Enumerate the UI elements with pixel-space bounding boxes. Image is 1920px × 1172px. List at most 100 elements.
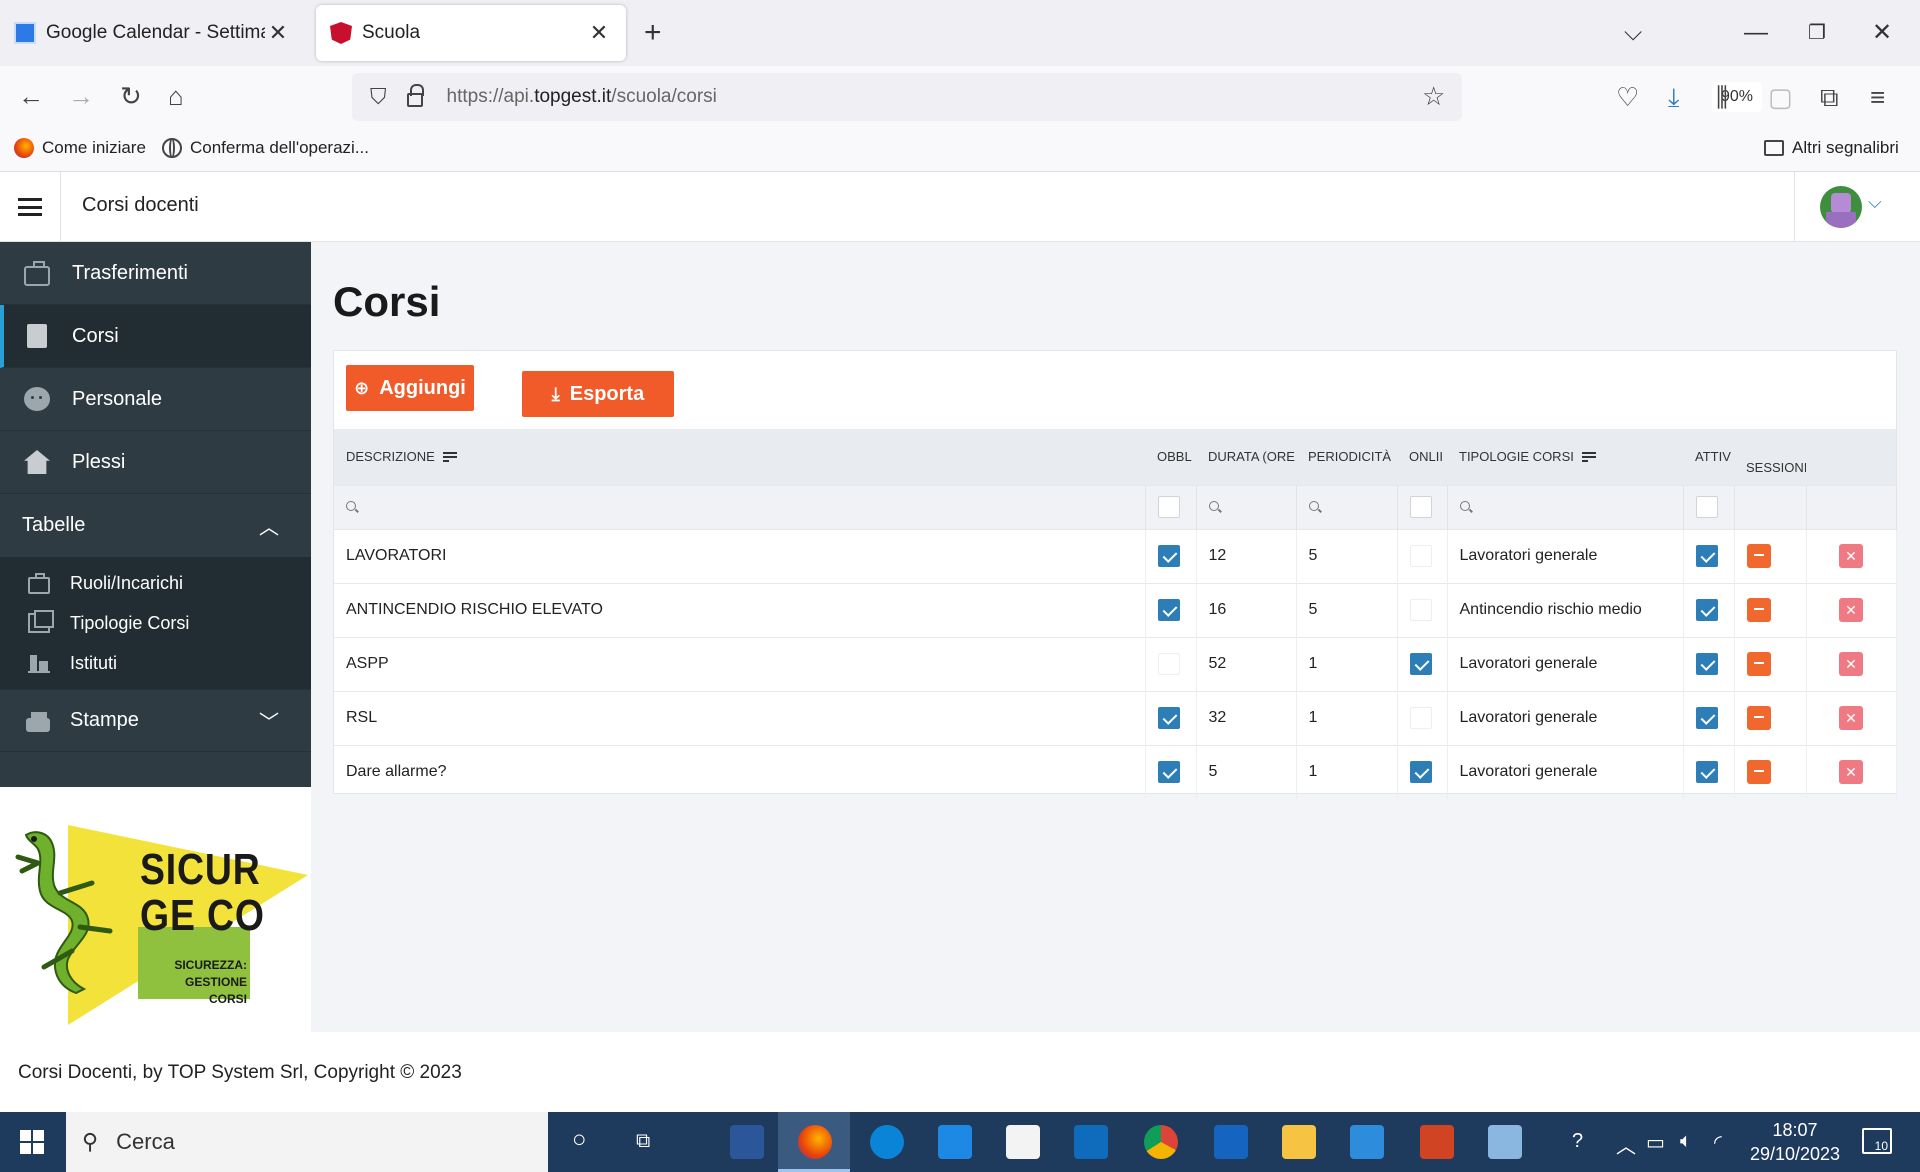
sidebar-item-tipologie-corsi[interactable]: Tipologie Corsi <box>0 603 311 643</box>
table-row[interactable]: ANTINCENDIO RISCHIO ELEVATO 16 5 Antincendi… <box>334 582 1897 637</box>
obbl-checkbox[interactable] <box>1157 653 1180 675</box>
bookmark-conferma[interactable]: Conferma dell'operazi... <box>162 138 369 158</box>
filter-online[interactable] <box>1397 484 1448 529</box>
shield-icon[interactable]: ⛉ <box>370 84 387 110</box>
obbl-checkbox[interactable] <box>1157 599 1180 621</box>
filter-tipologie[interactable] <box>1447 484 1684 529</box>
taskbar-search[interactable]: ⚲ Cerca <box>66 1112 548 1172</box>
url-text[interactable]: https://api.topgest.it/scuola/corsi <box>447 86 1462 108</box>
online-checkbox[interactable] <box>1409 599 1432 621</box>
sessions-button[interactable] <box>1746 760 1771 785</box>
attivo-checkbox[interactable] <box>1695 707 1718 729</box>
sort-icon[interactable] <box>442 452 457 463</box>
chrome-icon[interactable] <box>1144 1125 1178 1159</box>
filter-checkbox[interactable] <box>1409 496 1432 518</box>
volume-icon[interactable]: 🔈︎ <box>1680 1130 1692 1153</box>
attivo-checkbox[interactable] <box>1695 653 1718 675</box>
filter-periodicita[interactable] <box>1296 484 1398 529</box>
column-header-obbl[interactable]: OBBL <box>1145 429 1196 485</box>
avatar[interactable] <box>1820 186 1862 228</box>
filter-checkbox[interactable] <box>1157 496 1180 518</box>
library-icon[interactable]: ⫼ <box>1716 82 1728 112</box>
sidebar-item-corsi[interactable]: Corsi <box>0 305 311 368</box>
sidebar-item-ruoli-incarichi[interactable]: Ruoli/Incarichi <box>0 563 311 603</box>
mail-icon[interactable] <box>938 1125 972 1159</box>
powerpoint-icon[interactable] <box>1420 1125 1454 1159</box>
obbl-checkbox[interactable] <box>1157 545 1180 567</box>
delete-button[interactable]: ✕ <box>1839 544 1863 568</box>
extensions-icon[interactable]: ⧉ <box>1820 82 1839 112</box>
sort-icon[interactable] <box>1581 452 1596 463</box>
table-row[interactable]: RSL 32 1 Lavoratori generale ✕ <box>334 690 1897 745</box>
firefox-icon[interactable] <box>798 1125 832 1159</box>
defender-icon[interactable] <box>1214 1125 1248 1159</box>
hamburger-menu-icon[interactable] <box>18 198 42 216</box>
sidebar-item-istituti[interactable]: Istituti <box>0 643 311 683</box>
sidebar-group-stampe[interactable]: Stampe ﹀ <box>0 689 311 752</box>
menu-icon[interactable]: ≡ <box>1870 82 1885 112</box>
sidebar-item-plessi[interactable]: Plessi <box>0 431 311 494</box>
other-bookmarks[interactable]: Altri segnalibri <box>1764 138 1899 158</box>
system-clock[interactable]: 18:07 29/10/2023 <box>1740 1118 1850 1166</box>
downloads-icon[interactable]: ⤓ <box>1668 82 1680 112</box>
column-header-durata[interactable]: DURATA (ORE <box>1196 429 1296 485</box>
task-view-icon[interactable]: ⧉ <box>636 1130 650 1153</box>
chevron-down-icon[interactable]: ⌵ <box>1868 192 1882 213</box>
filter-checkbox[interactable] <box>1695 496 1718 518</box>
filter-durata[interactable] <box>1196 484 1297 529</box>
tab-google-calendar[interactable]: Google Calendar - Settimana di ✕ <box>0 5 305 61</box>
table-row[interactable]: LAVORATORI 12 5 Lavoratori generale ✕ <box>334 528 1897 583</box>
windows-start-icon[interactable] <box>20 1130 44 1154</box>
notification-center-icon[interactable]: 10 <box>1862 1128 1892 1154</box>
sessions-button[interactable] <box>1746 544 1771 568</box>
attivo-checkbox[interactable] <box>1695 545 1718 567</box>
outlook-icon[interactable] <box>1074 1125 1108 1159</box>
online-checkbox[interactable] <box>1409 761 1432 784</box>
sessions-button[interactable] <box>1746 598 1771 622</box>
delete-button[interactable]: ✕ <box>1839 598 1863 622</box>
delete-button[interactable]: ✕ <box>1839 652 1863 676</box>
back-button[interactable]: ← <box>18 80 44 112</box>
column-header-online[interactable]: ONLII <box>1397 429 1447 485</box>
online-checkbox[interactable] <box>1409 707 1432 729</box>
filter-descrizione[interactable] <box>334 484 1146 529</box>
bookmark-come-iniziare[interactable]: Come iniziare <box>14 138 146 158</box>
bookmark-star-icon[interactable]: ☆ <box>1422 81 1445 112</box>
tab-list-chevron-icon[interactable]: ⌵ <box>1624 18 1642 48</box>
attivo-checkbox[interactable] <box>1695 599 1718 621</box>
sessions-button[interactable] <box>1746 706 1771 730</box>
remote-desktop-icon[interactable] <box>1350 1125 1384 1159</box>
reload-button[interactable]: ↻ <box>120 80 142 112</box>
obbl-checkbox[interactable] <box>1157 761 1180 784</box>
close-icon[interactable]: ✕ <box>265 20 291 46</box>
tab-scuola[interactable]: Scuola ✕ <box>316 5 626 61</box>
url-bar[interactable]: ⛉ https://api.topgest.it/scuola/corsi 90… <box>352 73 1762 121</box>
filter-attivo[interactable] <box>1683 484 1735 529</box>
export-button[interactable]: ⤓ Esporta <box>522 371 674 417</box>
delete-button[interactable]: ✕ <box>1839 760 1863 785</box>
obbl-checkbox[interactable] <box>1157 707 1180 729</box>
close-icon[interactable]: ✕ <box>586 20 612 46</box>
sidebar-group-tabelle[interactable]: Tabelle ︿ <box>0 494 311 557</box>
edge-icon[interactable] <box>870 1125 904 1159</box>
notepad-icon[interactable] <box>1488 1125 1522 1159</box>
add-button[interactable]: ⊕ Aggiungi <box>346 365 474 411</box>
attivo-checkbox[interactable] <box>1695 761 1718 784</box>
forward-button[interactable]: → <box>68 80 94 112</box>
new-tab-button[interactable]: + <box>644 18 662 48</box>
sidebar-item-trasferimenti[interactable]: Trasferimenti <box>0 242 311 305</box>
column-header-periodicita[interactable]: PERIODICITÀ <box>1296 429 1397 485</box>
column-header-tipologie[interactable]: TIPOLOGIE CORSI <box>1447 429 1683 485</box>
restore-button[interactable]: ❐ <box>1808 18 1826 48</box>
cortana-icon[interactable]: ○ <box>572 1126 587 1154</box>
close-window-button[interactable]: ✕ <box>1872 18 1892 48</box>
online-checkbox[interactable] <box>1409 545 1432 567</box>
minimize-button[interactable]: — <box>1744 18 1768 48</box>
file-explorer-icon[interactable] <box>1282 1125 1316 1159</box>
store-icon[interactable] <box>1006 1125 1040 1159</box>
chevron-up-icon[interactable]: ︿ <box>1616 1130 1636 1159</box>
battery-icon[interactable]: ▭ <box>1646 1130 1665 1155</box>
delete-button[interactable]: ✕ <box>1839 706 1863 730</box>
online-checkbox[interactable] <box>1409 653 1432 675</box>
table-row[interactable]: ASPP 52 1 Lavoratori generale ✕ <box>334 636 1897 691</box>
